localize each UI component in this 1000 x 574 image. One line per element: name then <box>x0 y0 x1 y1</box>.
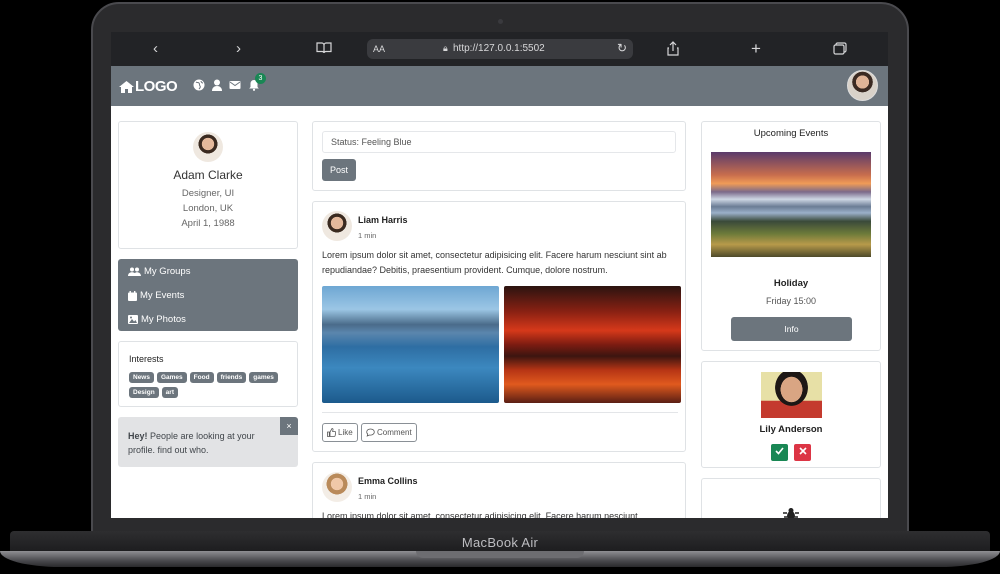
forward-icon[interactable]: › <box>236 41 241 56</box>
interest-tag[interactable]: friends <box>216 372 247 383</box>
interest-tag[interactable]: News <box>129 372 154 383</box>
friend-request-card: Lily Anderson <box>701 361 881 468</box>
profile-name: Adam Clarke <box>173 168 243 182</box>
event-image[interactable] <box>711 152 871 257</box>
reload-icon[interactable]: ↻ <box>617 41 627 55</box>
laptop-notch <box>416 551 584 558</box>
sidebar-item-my-photos[interactable]: My Photos <box>128 314 186 325</box>
interest-tag[interactable]: games <box>249 372 278 383</box>
profile-card: Adam Clarke Designer, UI London, UK Apri… <box>118 121 298 249</box>
navbar: LOGO 3 <box>111 66 888 106</box>
interest-tag[interactable]: art <box>161 387 178 398</box>
bug-icon <box>783 508 799 518</box>
sidebar-menu: My Groups My Events My Photos <box>118 259 298 331</box>
post-time: 1 min <box>358 492 377 501</box>
plus-icon[interactable]: + <box>751 40 761 57</box>
events-title: Upcoming Events <box>753 128 829 139</box>
author-avatar[interactable] <box>322 211 352 241</box>
thumbs-up-icon <box>327 428 336 437</box>
sidebar-item-label: My Photos <box>141 314 186 325</box>
check-icon <box>775 447 784 455</box>
upcoming-events-card: Upcoming Events Holiday Friday 15:00 Inf… <box>701 121 881 351</box>
post-button[interactable]: Post <box>322 159 356 181</box>
camera-icon <box>498 19 503 24</box>
status-input[interactable]: Status: Feeling Blue <box>322 131 676 153</box>
friend-name: Lily Anderson <box>759 424 823 435</box>
comment-icon <box>366 428 375 437</box>
alert-strong: Hey! <box>128 431 148 441</box>
info-button[interactable]: Info <box>731 317 852 341</box>
decline-button[interactable] <box>794 444 811 461</box>
envelope-icon[interactable] <box>229 79 241 91</box>
post-card: Liam Harris 1 min Lorem ipsum dolor sit … <box>312 201 686 452</box>
close-button[interactable]: × <box>280 417 298 435</box>
user-icon[interactable] <box>211 79 223 91</box>
like-button[interactable]: Like <box>322 423 358 442</box>
book-icon[interactable] <box>316 42 332 57</box>
globe-icon[interactable] <box>193 79 205 91</box>
sidebar-item-my-groups[interactable]: My Groups <box>128 266 190 277</box>
author-name[interactable]: Liam Harris <box>358 215 408 225</box>
event-name: Holiday <box>773 278 809 289</box>
sidebar-item-label: My Events <box>140 290 185 301</box>
post-text: Lorem ipsum dolor sit amet, consectetur … <box>322 250 667 275</box>
laptop-brand-label: MacBook Air <box>461 535 539 550</box>
sidebar-item-my-events[interactable]: My Events <box>128 290 184 301</box>
profile-location: London, UK <box>182 203 234 214</box>
interests-title: Interests <box>129 354 164 364</box>
logo-text: LOGO <box>135 78 178 95</box>
profile-views-alert: Hey! People are looking at your profile.… <box>118 417 298 467</box>
home-icon <box>119 80 134 93</box>
tabs-icon[interactable] <box>833 42 847 58</box>
accept-button[interactable] <box>771 444 788 461</box>
event-time: Friday 15:00 <box>765 296 817 306</box>
post-text: Lorem ipsum dolor sit amet, consectetur … <box>322 511 638 518</box>
interest-tag[interactable]: Food <box>189 372 214 383</box>
url-bar[interactable]: AA 🔒︎ http://127.0.0.1:5502 ↻ <box>367 39 633 59</box>
interests-card: Interests News Games Food friends games … <box>118 341 298 407</box>
logo[interactable]: LOGO <box>119 78 178 95</box>
x-icon <box>798 447 807 455</box>
share-icon[interactable] <box>667 41 679 59</box>
notification-badge: 3 <box>255 73 266 84</box>
friend-avatar[interactable] <box>761 372 822 418</box>
post-photo-lake[interactable] <box>322 286 499 403</box>
comment-label: Comment <box>377 428 412 437</box>
user-avatar[interactable] <box>847 70 878 101</box>
text-size-button[interactable]: AA <box>373 44 385 54</box>
back-icon[interactable]: ‹ <box>153 41 158 56</box>
url-text[interactable]: http://127.0.0.1:5502 <box>453 43 545 54</box>
author-name[interactable]: Emma Collins <box>358 476 418 486</box>
interest-tags: News Games Food friends games Design art <box>129 372 289 398</box>
image-icon <box>128 315 138 324</box>
comment-button[interactable]: Comment <box>361 423 417 442</box>
interest-tag[interactable]: Games <box>156 372 187 383</box>
calendar-icon <box>128 290 137 301</box>
bug-card <box>701 478 881 518</box>
divider <box>322 412 678 413</box>
profile-role: Designer, UI <box>181 188 235 199</box>
post-card: Emma Collins 1 min Lorem ipsum dolor sit… <box>312 462 686 518</box>
alert-text: Hey! People are looking at your profile.… <box>128 429 278 457</box>
author-avatar[interactable] <box>322 472 352 502</box>
sidebar-item-label: My Groups <box>144 266 191 277</box>
screen: ‹ › AA 🔒︎ http://127.0.0.1:5502 ↻ + LOGO… <box>111 32 888 518</box>
laptop-base: MacBook Air <box>0 531 1000 574</box>
browser-toolbar: ‹ › AA 🔒︎ http://127.0.0.1:5502 ↻ + <box>111 32 888 66</box>
profile-birthday: April 1, 1988 <box>181 218 235 229</box>
users-icon <box>128 267 141 276</box>
post-time: 1 min <box>358 231 377 240</box>
post-photo-sunset[interactable] <box>504 286 681 403</box>
interest-tag[interactable]: Design <box>129 387 159 398</box>
status-card: Status: Feeling Blue Post <box>312 121 686 191</box>
lock-icon: 🔒︎ <box>443 43 448 53</box>
profile-avatar <box>193 132 223 162</box>
like-label: Like <box>338 428 353 437</box>
